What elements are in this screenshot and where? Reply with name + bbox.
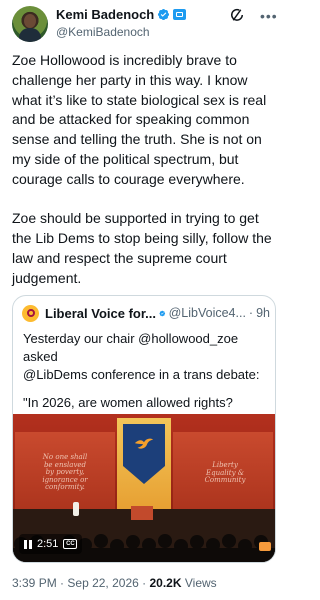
- tweet-meta: 3:39 PM · Sep 22, 2026 · 20.2K Views: [12, 576, 217, 590]
- speaker-figure: [73, 502, 79, 516]
- captions-icon[interactable]: CC: [63, 539, 78, 549]
- panel-text-line: conformity.: [45, 483, 85, 491]
- author-handle[interactable]: @KemiBadenoch: [56, 25, 150, 39]
- tweet-time[interactable]: 3:39 PM: [12, 576, 57, 590]
- verified-badge-icon: [158, 8, 170, 21]
- more-options-icon[interactable]: •••: [260, 8, 278, 24]
- government-affiliate-icon: [173, 9, 187, 20]
- separator-dot: ·: [248, 306, 254, 320]
- panel-text-line: Community: [204, 476, 246, 484]
- quoted-text-line: "In 2026, are women allowed rights?: [23, 395, 233, 410]
- views-label: Views: [184, 576, 217, 590]
- video-duration: 2:51: [37, 538, 59, 550]
- separator-dot: ·: [142, 576, 147, 590]
- quoted-author-name[interactable]: Liberal Voice for...: [45, 306, 156, 321]
- separator-dot: ·: [60, 576, 65, 590]
- verified-badge-icon: [159, 310, 166, 316]
- quoted-author-avatar[interactable]: [22, 304, 39, 322]
- quoted-text-line: @LibDems conference in a trans debate:: [23, 367, 260, 382]
- quoted-tweet[interactable]: Liberal Voice for... @LibVoice4... · 9h …: [12, 295, 276, 563]
- views-count: 20.2K: [149, 576, 182, 590]
- grok-icon[interactable]: [228, 6, 246, 24]
- lectern: [131, 506, 153, 520]
- tweet-body: Zoe Hollowood is incredibly brave to cha…: [12, 51, 278, 308]
- author-avatar[interactable]: [12, 6, 48, 42]
- tweet-header: Kemi Badenoch @KemiBadenoch •••: [12, 6, 278, 42]
- pause-icon[interactable]: [24, 539, 32, 549]
- quoted-tweet-header: Liberal Voice for... @LibVoice4... · 9h: [22, 303, 270, 323]
- tweet-date[interactable]: Sep 22, 2026: [67, 576, 138, 590]
- quoted-text-line: Yesterday our chair @hollowood_zoe asked: [23, 331, 239, 364]
- tweet-paragraph: Zoe should be supported in trying to get…: [12, 210, 272, 286]
- author-name-row: Kemi Badenoch: [56, 7, 187, 22]
- author-display-name[interactable]: Kemi Badenoch: [56, 7, 154, 22]
- quoted-author-handle[interactable]: @LibVoice4...: [169, 306, 246, 320]
- libdem-bird-icon: [134, 438, 154, 449]
- video-player[interactable]: No one shall be enslaved by poverty, ign…: [13, 414, 275, 562]
- tweet-paragraph: Zoe Hollowood is incredibly brave to cha…: [12, 52, 267, 187]
- channel-logo-icon: [259, 542, 271, 551]
- quoted-timestamp[interactable]: 9h: [256, 306, 270, 320]
- video-controls[interactable]: 2:51 CC: [19, 534, 83, 554]
